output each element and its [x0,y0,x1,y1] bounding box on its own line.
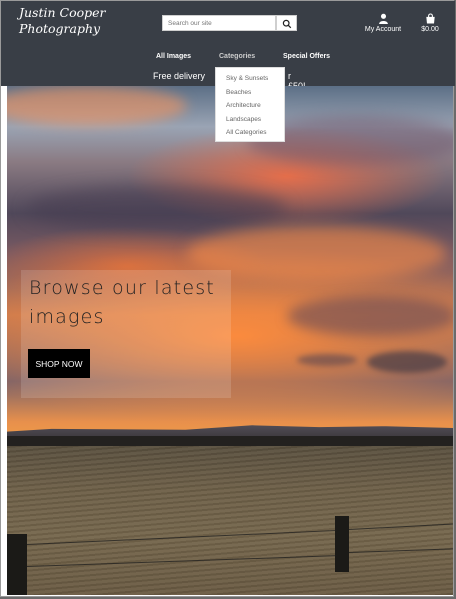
fence-post [335,516,349,572]
hero-overlay: Browse our latest images SHOP NOW [21,270,231,398]
fence-post [7,534,27,595]
shopping-bag-icon [425,13,435,24]
search-form [162,15,297,33]
my-account-label: My Account [364,26,402,33]
site-logo[interactable]: Justin Cooper Photography [19,5,106,37]
hero-cloud [367,351,447,373]
hero-title: Browse our latest images [29,277,215,328]
cart-total: $0.00 [421,26,439,33]
dropdown-item-beaches[interactable]: Beaches [226,89,251,96]
dropdown-item-landscapes[interactable]: Landscapes [226,116,261,123]
dropdown-item-architecture[interactable]: Architecture [226,102,261,109]
shop-now-button[interactable]: SHOP NOW [28,349,90,378]
user-icon [378,13,388,24]
nav-all-images[interactable]: All Images [156,53,191,60]
hero-cloud [27,186,287,231]
nav-special-offers[interactable]: Special Offers [283,53,330,60]
distant-hills [7,425,453,437]
dropdown-item-sky-sunsets[interactable]: Sky & Sunsets [226,75,268,82]
dropdown-item-all-categories[interactable]: All Categories [226,129,266,136]
logo-line-2: Photography [19,21,101,36]
cart-link[interactable]: $0.00 [415,13,445,33]
hero-cloud [7,86,187,126]
hero-cloud [297,354,357,366]
categories-dropdown: Sky & Sunsets Beaches Architecture Lands… [215,67,285,142]
delivery-text-start: Free delivery [153,71,206,81]
wheat-field [7,446,453,595]
my-account-link[interactable]: My Account [359,13,407,33]
browser-frame: Justin Cooper Photography My Account [0,0,455,597]
hero-image: Browse our latest images SHOP NOW [7,86,453,595]
logo-line-1: Justin Cooper [19,5,106,20]
hero-cloud [287,296,453,336]
nav-categories[interactable]: Categories [219,53,255,60]
main-nav: All Images Categories Special Offers [1,53,455,65]
search-icon [282,19,291,29]
search-input[interactable] [162,15,276,31]
delivery-banner: Free delivery r £50! [153,71,306,91]
horizon-treeline [7,436,453,446]
search-button[interactable] [276,15,297,31]
